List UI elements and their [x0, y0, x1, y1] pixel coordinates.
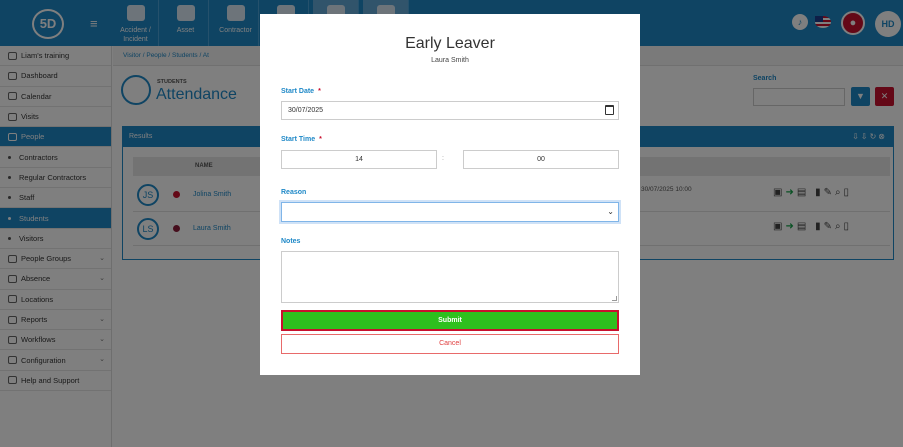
cancel-button[interactable]: Cancel [281, 334, 619, 354]
required-mark: * [318, 88, 321, 95]
start-date-field[interactable]: 30/07/2025 [281, 101, 619, 120]
start-date-value: 30/07/2025 [288, 107, 324, 114]
modal-title: Early Leaver [405, 35, 495, 52]
chevron-down-icon: ⌄ [607, 207, 614, 216]
required-mark: * [319, 136, 322, 143]
modal-subtitle: Laura Smith [431, 57, 469, 64]
start-time-label: Start Time * [281, 136, 322, 143]
reason-label: Reason [281, 189, 307, 196]
time-separator: : [442, 155, 444, 162]
early-leaver-modal: Early Leaver Laura Smith Start Date * 30/… [260, 14, 640, 375]
minute-field[interactable]: 00 [463, 150, 619, 169]
notes-label: Notes [281, 238, 301, 245]
notes-textarea[interactable] [281, 251, 619, 303]
submit-button[interactable]: Submit [281, 310, 619, 331]
hour-field[interactable]: 14 [281, 150, 437, 169]
reason-select[interactable]: ⌄ [281, 202, 619, 222]
resize-handle-icon[interactable] [612, 296, 617, 301]
start-date-label: Start Date * [281, 88, 321, 95]
calendar-icon[interactable] [605, 105, 614, 115]
